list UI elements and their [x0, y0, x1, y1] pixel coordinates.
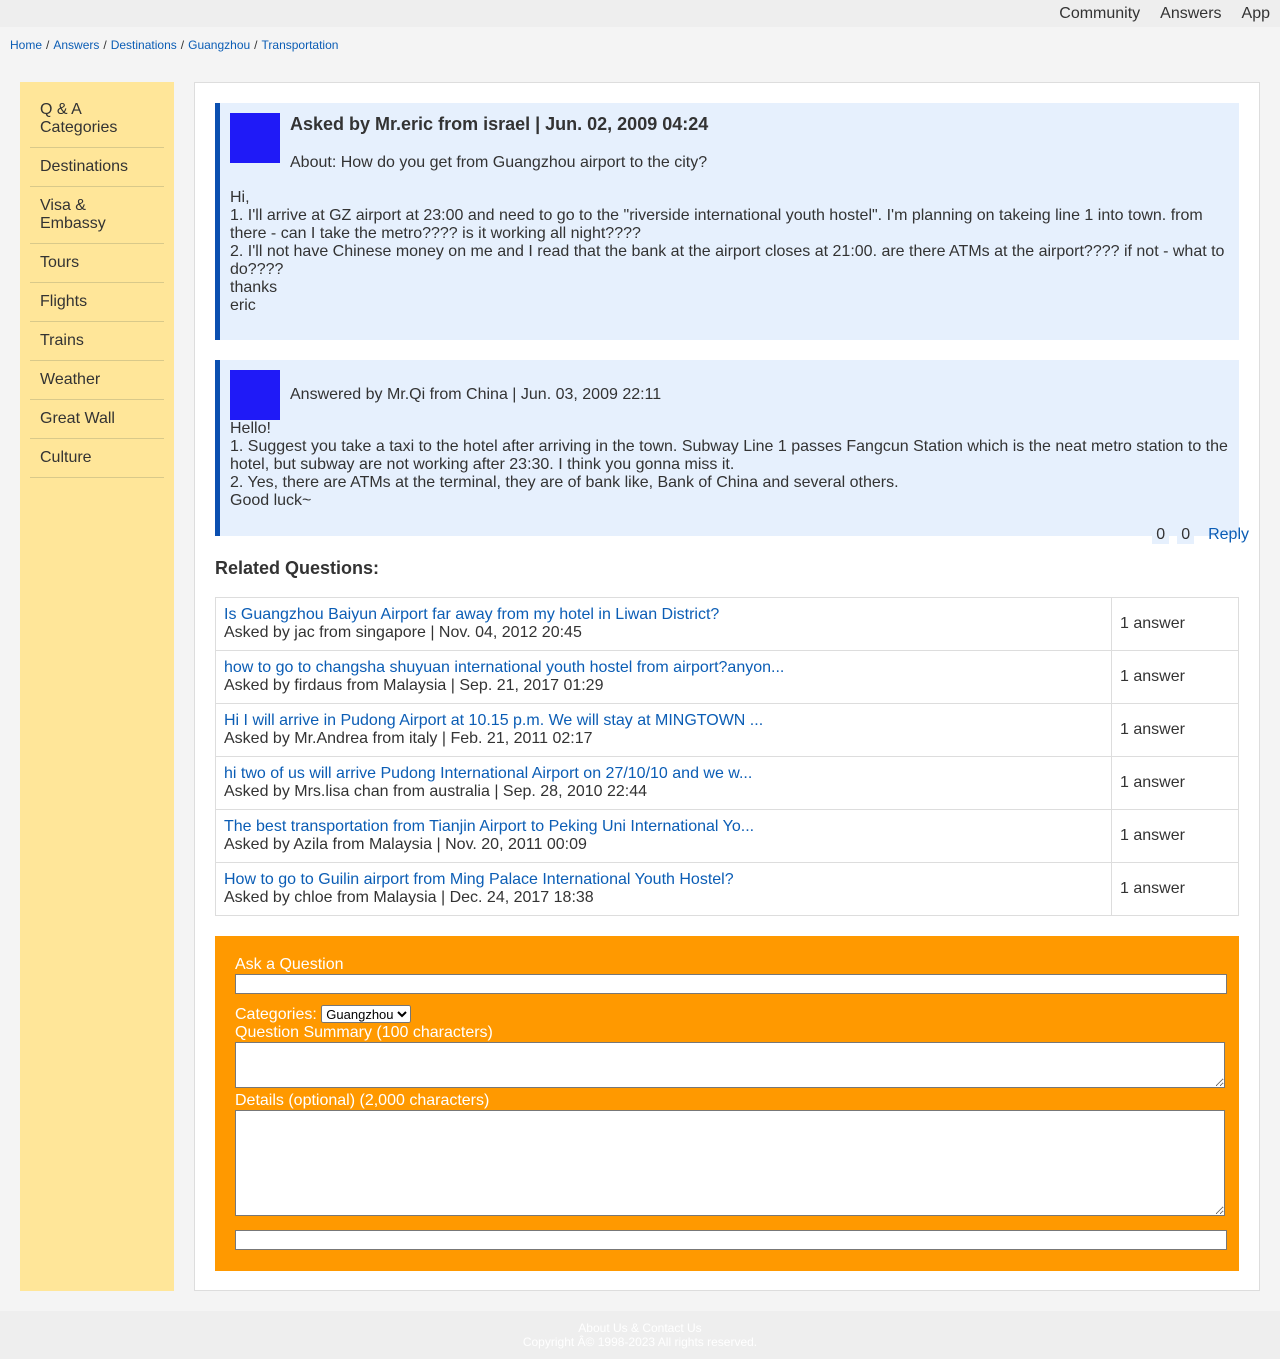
related-question-meta: Asked by firdaus from Malaysia | Sep. 21…: [224, 677, 604, 694]
related-question-cell: How to go to Guilin airport from Ming Pa…: [215, 862, 1112, 916]
sidebar: Q & A Categories Destinations Visa & Emb…: [20, 82, 174, 1291]
sidebar-item-destinations[interactable]: Destinations: [30, 148, 164, 187]
answer-count: 1 answer: [1111, 862, 1239, 916]
table-row: hi two of us will arrive Pudong Internat…: [215, 756, 1239, 810]
sidebar-item-visa-embassy[interactable]: Visa & Embassy: [30, 187, 164, 244]
breadcrumb-destinations[interactable]: Destinations: [111, 38, 177, 52]
sidebar-item-great-wall[interactable]: Great Wall: [30, 400, 164, 439]
top-nav: Community Answers App: [1059, 4, 1280, 23]
answer-count: 1 answer: [1111, 597, 1239, 651]
answer-count: 1 answer: [1111, 650, 1239, 704]
ask-question-label: Ask a Question: [235, 956, 344, 973]
categories-row: Categories: Guangzhou: [235, 1005, 412, 1024]
breadcrumb-separator: /: [180, 38, 185, 52]
breadcrumb-transportation[interactable]: Transportation: [262, 38, 339, 52]
answer-body-line: Hello!: [230, 420, 271, 437]
details-label: Details (optional) (2,000 characters): [235, 1092, 490, 1109]
question-post: Asked by Mr.eric from israel | Jun. 02, …: [215, 103, 1239, 340]
footer-links[interactable]: About Us & Contact Us: [0, 1321, 1280, 1335]
related-question-cell: hi two of us will arrive Pudong Internat…: [215, 756, 1112, 810]
top-bar: Community Answers App: [0, 0, 1280, 27]
breadcrumb-separator: /: [103, 38, 107, 52]
related-question-meta: Asked by jac from singapore | Nov. 04, 2…: [224, 624, 582, 641]
sidebar-item-weather[interactable]: Weather: [30, 361, 164, 400]
related-question-cell: Hi I will arrive in Pudong Airport at 10…: [215, 703, 1112, 757]
answer-count: 1 answer: [1111, 809, 1239, 863]
question-body: Hi, 1. I'll arrive at GZ airport at 23:0…: [230, 189, 1235, 315]
table-row: Is Guangzhou Baiyun Airport far away fro…: [215, 597, 1239, 651]
question-body-line: 1. I'll arrive at GZ airport at 23:00 an…: [230, 207, 1203, 242]
related-questions-heading: Related Questions:: [215, 558, 380, 578]
answer-body-line: 2. Yes, there are ATMs at the terminal, …: [230, 474, 899, 491]
related-question-link[interactable]: The best transportation from Tianjin Air…: [224, 818, 1103, 836]
related-question-cell: how to go to changsha shuyuan internatio…: [215, 650, 1112, 704]
answer-post: Answered by Mr.Qi from China | Jun. 03, …: [215, 360, 1239, 536]
answerer-avatar: [230, 370, 280, 420]
category-select[interactable]: Guangzhou: [321, 1005, 412, 1023]
breadcrumb-separator: /: [46, 38, 50, 52]
related-question-meta: Asked by Mrs.lisa chan from australia | …: [224, 783, 648, 800]
breadcrumb-answers[interactable]: Answers: [53, 38, 99, 52]
answer-actions: 0 0 Reply: [1144, 526, 1249, 544]
details-textarea[interactable]: [235, 1110, 1225, 1216]
breadcrumb-guangzhou[interactable]: Guangzhou: [188, 38, 250, 52]
related-question-link[interactable]: how to go to changsha shuyuan internatio…: [224, 659, 1103, 677]
table-row: Hi I will arrive in Pudong Airport at 10…: [215, 703, 1239, 757]
question-summary-label: Question Summary (100 characters): [235, 1024, 493, 1041]
breadcrumb-home[interactable]: Home: [10, 38, 42, 52]
question-body-line: Hi,: [230, 189, 250, 206]
footer: About Us & Contact Us Copyright Â© 1998-…: [0, 1311, 1280, 1359]
answer-count: 1 answer: [1111, 756, 1239, 810]
related-question-link[interactable]: hi two of us will arrive Pudong Internat…: [224, 765, 1103, 783]
answer-title: Answered by Mr.Qi from China | Jun. 03, …: [290, 386, 662, 403]
question-about: About: How do you get from Guangzhou air…: [290, 154, 708, 171]
table-row: The best transportation from Tianjin Air…: [215, 809, 1239, 863]
extra-input[interactable]: [235, 1230, 1227, 1250]
table-row: How to go to Guilin airport from Ming Pa…: [215, 862, 1239, 916]
top-nav-answers[interactable]: Answers: [1160, 4, 1221, 23]
question-summary-textarea[interactable]: [235, 1042, 1225, 1088]
vote-down-count[interactable]: 0: [1177, 526, 1195, 544]
reply-link[interactable]: Reply: [1208, 526, 1249, 544]
sidebar-item-flights[interactable]: Flights: [30, 283, 164, 322]
question-body-line: thanks: [230, 279, 278, 296]
categories-label: Categories:: [235, 1006, 317, 1023]
answer-count: 1 answer: [1111, 703, 1239, 757]
sidebar-item-trains[interactable]: Trains: [30, 322, 164, 361]
breadcrumb: Home / Answers / Destinations / Guangzhou / Tran…: [10, 38, 338, 52]
table-row: how to go to changsha shuyuan internatio…: [215, 650, 1239, 704]
sidebar-menu: Q & A Categories Destinations Visa & Emb…: [20, 82, 174, 478]
top-nav-community[interactable]: Community: [1059, 4, 1140, 23]
related-question-meta: Asked by Azila from Malaysia | Nov. 20, …: [224, 836, 587, 853]
sidebar-item-qa-categories[interactable]: Q & A Categories: [30, 91, 164, 148]
related-question-cell: The best transportation from Tianjin Air…: [215, 809, 1112, 863]
related-question-meta: Asked by chloe from Malaysia | Dec. 24, …: [224, 889, 594, 906]
breadcrumb-separator: /: [254, 38, 258, 52]
main-content: Asked by Mr.eric from israel | Jun. 02, …: [194, 82, 1260, 1291]
related-question-link[interactable]: Is Guangzhou Baiyun Airport far away fro…: [224, 606, 1103, 624]
answer-body-line: 1. Suggest you take a taxi to the hotel …: [230, 438, 1228, 473]
answer-body-line: Good luck~: [230, 492, 312, 509]
ask-question-input[interactable]: [235, 974, 1227, 994]
related-question-link[interactable]: How to go to Guilin airport from Ming Pa…: [224, 871, 1103, 889]
related-question-link[interactable]: Hi I will arrive in Pudong Airport at 10…: [224, 712, 1103, 730]
vote-up-count[interactable]: 0: [1152, 526, 1170, 544]
footer-copyright: Copyright Â© 1998-2023 All rights reserv…: [522, 1335, 758, 1349]
sidebar-item-tours[interactable]: Tours: [30, 244, 164, 283]
question-title: Asked by Mr.eric from israel | Jun. 02, …: [290, 114, 709, 134]
related-question-meta: Asked by Mr.Andrea from italy | Feb. 21,…: [224, 730, 593, 747]
top-nav-app[interactable]: App: [1242, 4, 1270, 23]
answer-body: Hello! 1. Suggest you take a taxi to the…: [230, 420, 1235, 510]
related-question-cell: Is Guangzhou Baiyun Airport far away fro…: [215, 597, 1112, 651]
ask-question-form: Ask a Question Categories: Guangzhou Que…: [215, 936, 1239, 1271]
sidebar-item-culture[interactable]: Culture: [30, 439, 164, 478]
question-body-line: eric: [230, 297, 256, 314]
asker-avatar: [230, 113, 280, 163]
related-questions-table: Is Guangzhou Baiyun Airport far away fro…: [215, 597, 1239, 916]
question-body-line: 2. I'll not have Chinese money on me and…: [230, 243, 1225, 278]
